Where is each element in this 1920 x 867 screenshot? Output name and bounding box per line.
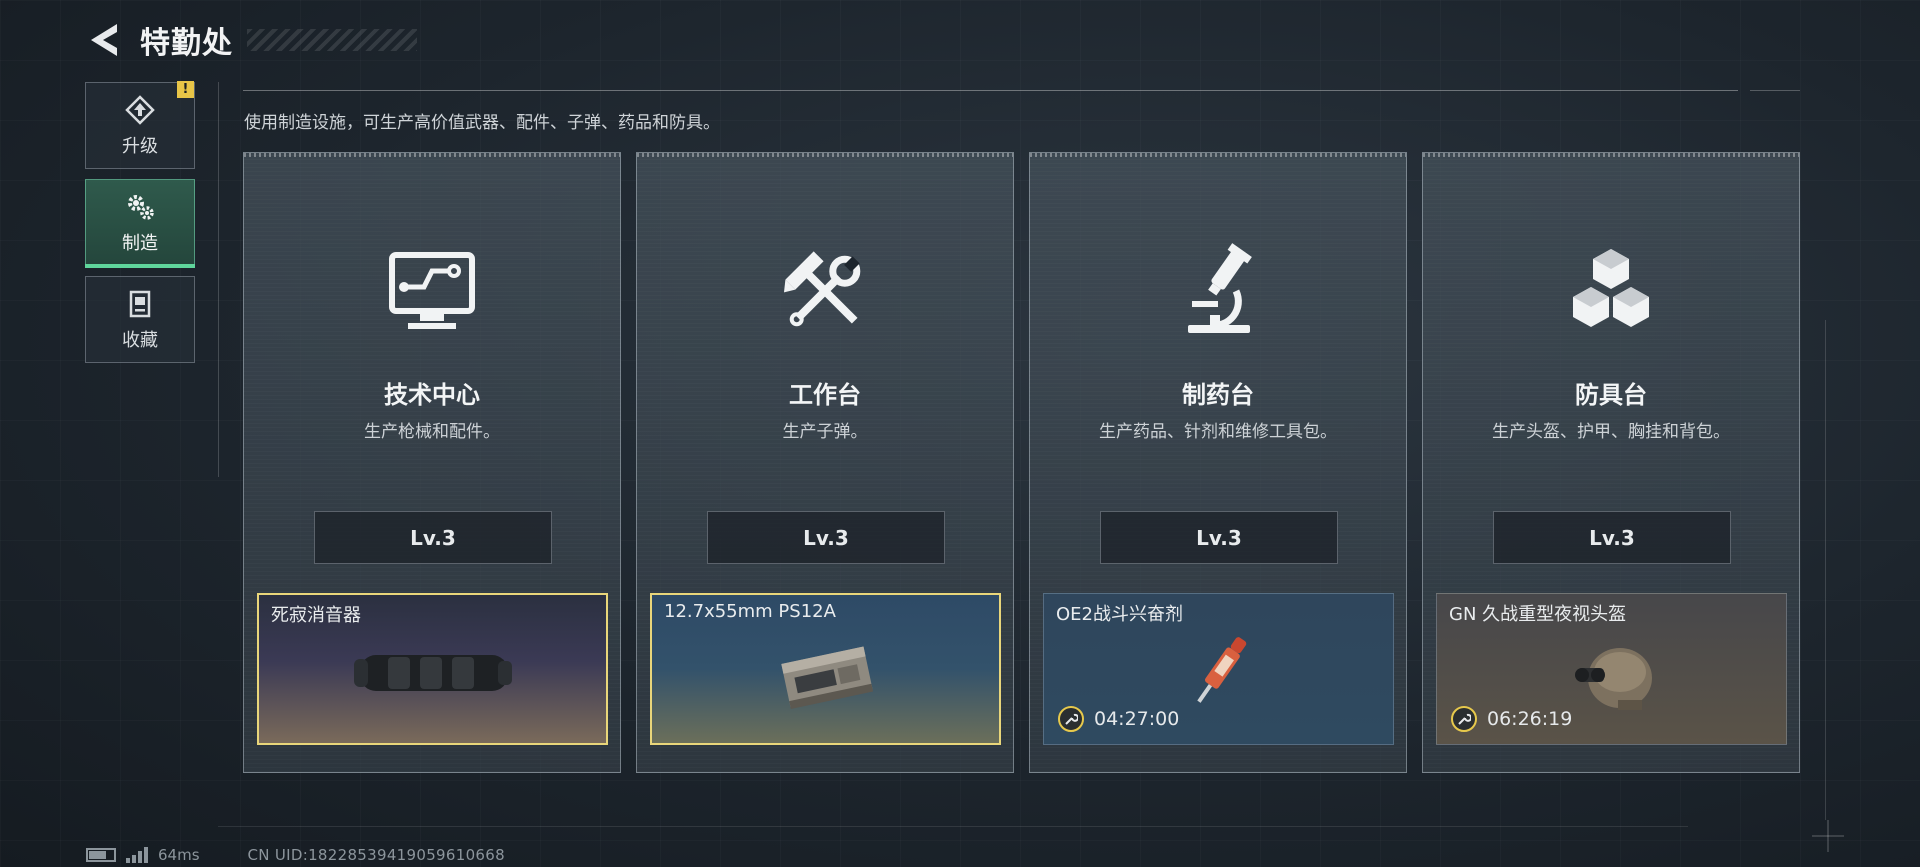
ping-value: 64ms [158,846,200,864]
card-title: 制药台 [1182,381,1254,409]
ammo-box-image [780,646,873,709]
night-vision-helmet-image [1574,648,1652,710]
item-name: 死寂消音器 [271,605,361,626]
sidebar-divider [218,82,219,477]
battery-icon [86,848,116,862]
wrench-timer-icon [1451,706,1477,732]
title-decoration [247,29,417,51]
sidebar-item-label: 升级 [122,135,158,157]
microscope-icon [1188,243,1252,333]
item-name: 12.7x55mm PS12A [664,601,836,622]
level-button[interactable]: Lv.3 [707,511,945,564]
sidebar-item-crafting[interactable]: 制造 [85,179,195,268]
user-uid: CN UID:18228539419059610668 [247,846,505,864]
level-button[interactable]: Lv.3 [314,511,552,564]
syringe-image [1196,637,1246,703]
facility-card-pharmacy[interactable]: 制药台 生产药品、针剂和维修工具包。 Lv.3 OE2战斗兴奋剂 04:27:0… [1029,152,1407,773]
item-name: GN 久战重型夜视头盔 [1449,604,1627,625]
crosshair-decoration [1812,820,1844,852]
upgrade-icon [125,94,155,125]
level-button[interactable]: Lv.3 [1100,511,1338,564]
hammer-wrench-icon [783,251,861,327]
computer-monitor-icon [389,252,475,329]
decorative-line [1825,320,1826,820]
facility-card-tech-center[interactable]: 技术中心 生产枪械和配件。 Lv.3 死寂消音器 [243,152,621,773]
level-button[interactable]: Lv.3 [1493,511,1731,564]
card-title: 工作台 [789,381,861,409]
suppressor-image [353,655,512,691]
card-title: 防具台 [1575,381,1647,409]
card-subtitle: 生产枪械和配件。 [364,422,500,442]
page-header: 特勤处 [86,18,417,62]
wrench-timer-icon [1058,706,1084,732]
production-timer: 06:26:19 [1451,706,1572,732]
card-title: 技术中心 [384,381,480,409]
production-slot[interactable]: GN 久战重型夜视头盔 06:26:19 [1436,593,1787,745]
facility-card-workbench[interactable]: 工作台 生产子弹。 Lv.3 12.7x55mm PS12A [636,152,1014,773]
sidebar-item-label: 制造 [122,232,158,254]
back-arrow-icon [91,24,117,56]
sidebar-item-collection[interactable]: 收藏 [85,276,195,363]
top-divider-end [1750,90,1800,91]
sidebar-item-label: 收藏 [122,329,158,351]
timer-value: 06:26:19 [1487,708,1573,730]
sidebar-item-upgrade[interactable]: ! 升级 [85,81,195,169]
back-button[interactable] [86,20,120,60]
page-description: 使用制造设施，可生产高价值武器、配件、子弹、药品和防具。 [244,113,720,133]
bottom-divider [218,826,1688,827]
top-divider [243,90,1738,91]
production-timer: 04:27:00 [1058,706,1179,732]
notice-badge: ! [177,81,194,98]
crafting-gears-icon [128,194,154,220]
production-slot[interactable]: 12.7x55mm PS12A [650,593,1001,745]
facility-card-armor[interactable]: 防具台 生产头盔、护甲、胸挂和背包。 Lv.3 GN 久战重型夜视头盔 06:2… [1422,152,1800,773]
production-slot[interactable]: 死寂消音器 [257,593,608,745]
armor-cubes-icon [1573,249,1649,327]
status-bar: 64ms CN UID:18228539419059610668 [86,846,505,864]
collection-icon [129,290,151,317]
timer-value: 04:27:00 [1094,708,1180,730]
item-name: OE2战斗兴奋剂 [1056,604,1183,625]
signal-icon [126,847,148,863]
card-subtitle: 生产头盔、护甲、胸挂和背包。 [1492,422,1730,442]
production-slot[interactable]: OE2战斗兴奋剂 04:27:00 [1043,593,1394,745]
sidebar: ! 升级 制造 收藏 [85,81,195,373]
facility-cards: 技术中心 生产枪械和配件。 Lv.3 死寂消音器 工作台 生产子弹。 Lv.3 … [243,152,1800,773]
card-subtitle: 生产子弹。 [782,422,868,442]
page-title: 特勤处 [140,26,233,61]
card-subtitle: 生产药品、针剂和维修工具包。 [1099,422,1337,442]
